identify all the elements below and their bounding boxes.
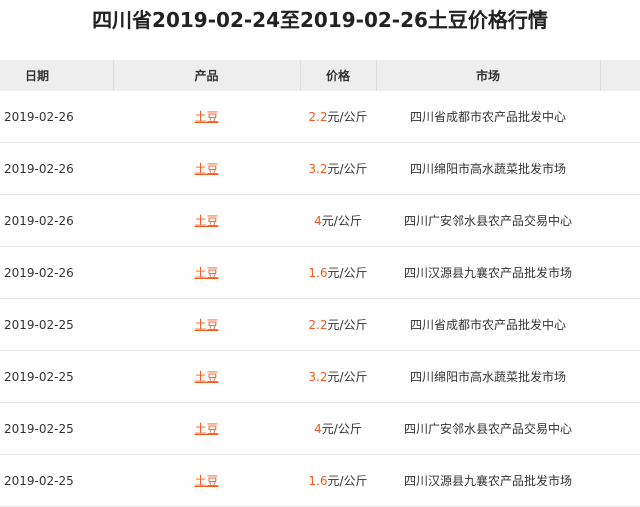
price-value: 2.2: [308, 110, 328, 124]
table-row: 2019-02-26 土豆 3.2元/公斤 四川绵阳市高水蔬菜批发市场: [0, 142, 640, 195]
price-unit: 元/公斤: [327, 318, 368, 332]
product-link[interactable]: 土豆: [113, 454, 300, 507]
price-unit: 元/公斤: [327, 474, 368, 488]
cell-spacer: [600, 194, 640, 247]
column-header-spacer: [600, 60, 640, 91]
product-link[interactable]: 土豆: [113, 194, 300, 247]
cell-date: 2019-02-25: [0, 298, 113, 351]
cell-market: 四川汉源县九襄农产品批发市场: [376, 246, 600, 299]
price-value: 3.2: [308, 370, 328, 384]
price-value: 4: [314, 422, 322, 436]
price-unit: 元/公斤: [321, 422, 362, 436]
cell-date: 2019-02-26: [0, 194, 113, 247]
table-row: 2019-02-26 土豆 4元/公斤 四川广安邻水县农产品交易中心: [0, 194, 640, 247]
table-row: 2019-02-26 土豆 2.2元/公斤 四川省成都市农产品批发中心: [0, 91, 640, 143]
product-link[interactable]: 土豆: [113, 246, 300, 299]
cell-date: 2019-02-26: [0, 246, 113, 299]
cell-date: 2019-02-25: [0, 454, 113, 507]
cell-price: 3.2元/公斤: [300, 350, 376, 403]
product-link[interactable]: 土豆: [113, 91, 300, 143]
column-header-product: 产品: [113, 60, 301, 91]
cell-spacer: [600, 91, 640, 143]
price-value: 1.6: [308, 266, 328, 280]
product-link[interactable]: 土豆: [113, 350, 300, 403]
cell-spacer: [600, 402, 640, 455]
table-row: 2019-02-25 土豆 4元/公斤 四川广安邻水县农产品交易中心: [0, 402, 640, 455]
product-link[interactable]: 土豆: [113, 298, 300, 351]
cell-date: 2019-02-26: [0, 91, 113, 143]
column-header-price: 价格: [300, 60, 377, 91]
cell-spacer: [600, 454, 640, 507]
cell-price: 1.6元/公斤: [300, 454, 376, 507]
cell-price: 2.2元/公斤: [300, 298, 376, 351]
page-title: 四川省2019-02-24至2019-02-26土豆价格行情: [92, 8, 548, 32]
cell-market: 四川省成都市农产品批发中心: [376, 298, 600, 351]
price-value: 3.2: [308, 162, 328, 176]
column-header-market: 市场: [376, 60, 601, 91]
cell-date: 2019-02-25: [0, 350, 113, 403]
cell-date: 2019-02-25: [0, 402, 113, 455]
cell-date: 2019-02-26: [0, 142, 113, 195]
price-value: 2.2: [308, 318, 328, 332]
table-body: 2019-02-26 土豆 2.2元/公斤 四川省成都市农产品批发中心 2019-02-…: [0, 91, 640, 507]
cell-spacer: [600, 298, 640, 351]
price-value: 1.6: [308, 474, 328, 488]
product-link[interactable]: 土豆: [113, 402, 300, 455]
price-table-container: 日期 产品 价格 市场 2019-02-26 土豆 2.2元/公斤 四川省成都市农产品…: [0, 60, 640, 507]
price-unit: 元/公斤: [321, 214, 362, 228]
column-header-date: 日期: [0, 60, 114, 91]
product-link[interactable]: 土豆: [113, 142, 300, 195]
price-table: 日期 产品 价格 市场 2019-02-26 土豆 2.2元/公斤 四川省成都市农产品…: [0, 60, 640, 507]
cell-market: 四川广安邻水县农产品交易中心: [376, 194, 600, 247]
cell-price: 3.2元/公斤: [300, 142, 376, 195]
cell-spacer: [600, 246, 640, 299]
cell-price: 4元/公斤: [300, 402, 376, 455]
price-unit: 元/公斤: [327, 266, 368, 280]
cell-market: 四川绵阳市高水蔬菜批发市场: [376, 142, 600, 195]
cell-market: 四川广安邻水县农产品交易中心: [376, 402, 600, 455]
table-header: 日期 产品 价格 市场: [0, 60, 640, 91]
cell-price: 2.2元/公斤: [300, 91, 376, 143]
table-row: 2019-02-26 土豆 1.6元/公斤 四川汉源县九襄农产品批发市场: [0, 246, 640, 299]
cell-spacer: [600, 142, 640, 195]
price-value: 4: [314, 214, 322, 228]
cell-market: 四川汉源县九襄农产品批发市场: [376, 454, 600, 507]
cell-market: 四川绵阳市高水蔬菜批发市场: [376, 350, 600, 403]
table-row: 2019-02-25 土豆 3.2元/公斤 四川绵阳市高水蔬菜批发市场: [0, 350, 640, 403]
cell-spacer: [600, 350, 640, 403]
table-row: 2019-02-25 土豆 2.2元/公斤 四川省成都市农产品批发中心: [0, 298, 640, 351]
price-unit: 元/公斤: [327, 370, 368, 384]
cell-market: 四川省成都市农产品批发中心: [376, 91, 600, 143]
cell-price: 4元/公斤: [300, 194, 376, 247]
price-unit: 元/公斤: [327, 162, 368, 176]
table-header-row: 日期 产品 价格 市场: [0, 60, 640, 91]
price-unit: 元/公斤: [327, 110, 368, 124]
table-row: 2019-02-25 土豆 1.6元/公斤 四川汉源县九襄农产品批发市场: [0, 454, 640, 507]
cell-price: 1.6元/公斤: [300, 246, 376, 299]
